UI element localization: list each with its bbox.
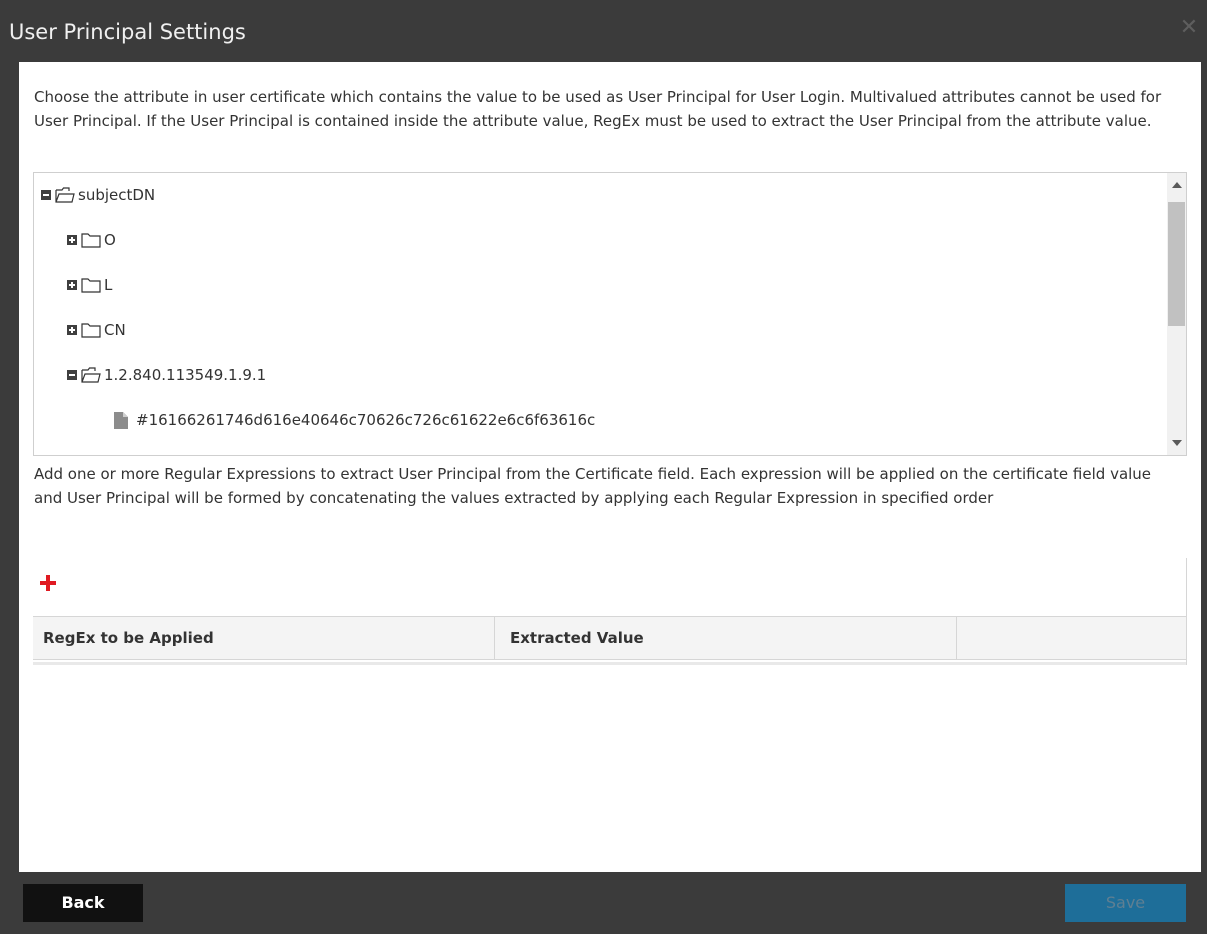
tree-node-attribute-value[interactable]: #16166261746d616e40646c70626c726c61622e6… — [114, 408, 595, 432]
tree-scrollbar[interactable] — [1167, 173, 1186, 455]
dialog-title: User Principal Settings — [9, 20, 246, 44]
expand-icon[interactable] — [67, 325, 77, 335]
folder-open-icon — [55, 187, 75, 203]
regex-grid: RegEx to be Applied Extracted Value — [33, 558, 1187, 665]
tree-node-label: CN — [104, 321, 126, 339]
dialog-footer: Back Save — [0, 872, 1207, 934]
folder-open-icon — [81, 367, 101, 383]
dialog-titlebar: User Principal Settings ✕ — [0, 0, 1207, 62]
grid-divider — [33, 662, 1186, 665]
scroll-up-arrow-icon[interactable] — [1172, 182, 1182, 188]
collapse-icon[interactable] — [67, 370, 77, 380]
tree-node-label: 1.2.840.113549.1.9.1 — [104, 366, 267, 384]
regex-grid-header: RegEx to be Applied Extracted Value — [33, 616, 1186, 660]
tree-node-subjectdn[interactable]: subjectDN — [41, 183, 155, 207]
folder-icon — [81, 323, 101, 338]
expand-icon[interactable] — [67, 235, 77, 245]
scroll-down-arrow-icon[interactable] — [1172, 440, 1182, 446]
folder-icon — [81, 233, 101, 248]
tree-node-label: L — [104, 276, 113, 294]
close-icon[interactable]: ✕ — [1177, 15, 1201, 41]
folder-icon — [81, 278, 101, 293]
tree-node-label: #16166261746d616e40646c70626c726c61622e6… — [136, 411, 596, 429]
collapse-icon[interactable] — [41, 190, 51, 200]
column-header-extracted-value[interactable]: Extracted Value — [495, 617, 957, 659]
plus-icon[interactable] — [39, 574, 57, 592]
tree-node-label: O — [104, 231, 116, 249]
file-icon — [114, 411, 128, 429]
dialog-body: Choose the attribute in user certificate… — [19, 62, 1201, 872]
attribute-tree[interactable]: subjectDN O L CN 1.2.840.113549.1.9.1 #1… — [33, 172, 1187, 456]
tree-node-label: subjectDN — [78, 186, 156, 204]
tree-node-l[interactable]: L — [67, 273, 112, 297]
tree-node-email-oid[interactable]: 1.2.840.113549.1.9.1 — [67, 363, 266, 387]
column-header-regex[interactable]: RegEx to be Applied — [33, 617, 495, 659]
user-principal-settings-dialog: User Principal Settings ✕ Choose the att… — [0, 0, 1207, 934]
column-header-actions — [957, 617, 1186, 659]
scrollbar-thumb[interactable] — [1168, 202, 1185, 326]
expand-icon[interactable] — [67, 280, 77, 290]
save-button[interactable]: Save — [1065, 884, 1186, 922]
tree-node-o[interactable]: O — [67, 228, 116, 252]
back-button[interactable]: Back — [23, 884, 143, 922]
tree-node-cn[interactable]: CN — [67, 318, 126, 342]
attribute-description: Choose the attribute in user certificate… — [34, 88, 1162, 130]
regex-description: Add one or more Regular Expressions to e… — [34, 465, 1152, 507]
